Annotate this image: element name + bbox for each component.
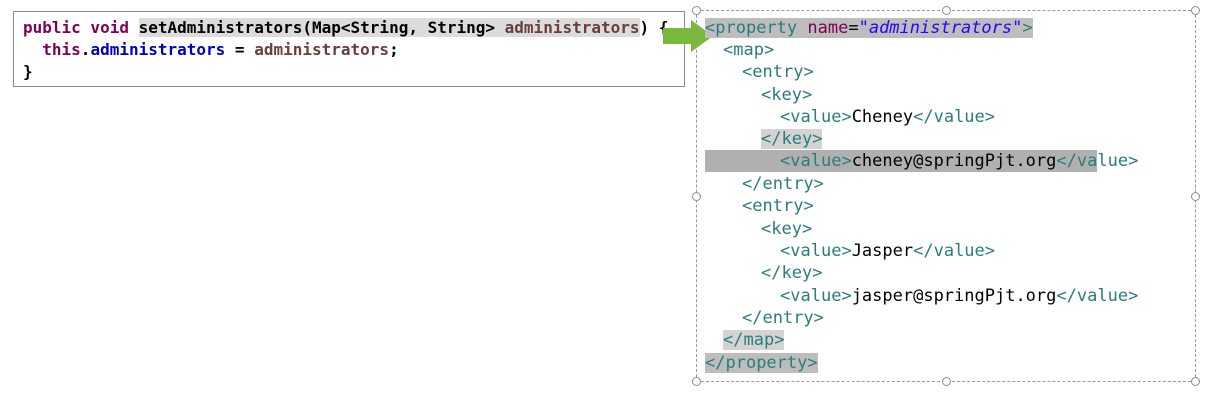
- resize-handle-top-right[interactable]: [1191, 6, 1200, 15]
- xml-key-open: <key>: [761, 219, 813, 239]
- java-line-2: this.administrators = administrators;: [42, 40, 399, 59]
- xml-map-open: <map>: [723, 40, 775, 60]
- resize-handle-left[interactable]: [692, 192, 701, 201]
- xml-value-text: jasper@springPjt.org: [851, 286, 1057, 306]
- java-code-panel: public void setAdministrators(Map<String…: [13, 11, 685, 87]
- xml-value: <value>jasper@springPjt.org</value>: [780, 286, 1139, 306]
- xml-attr-name: name: [807, 18, 849, 38]
- xml-property-close: </property>: [705, 353, 818, 373]
- java-modifiers: public void: [23, 18, 139, 37]
- xml-value: <value>cheney@springPjt.org</value>: [780, 151, 1139, 171]
- java-line-3: }: [23, 61, 33, 83]
- xml-key-close: </key>: [761, 129, 823, 149]
- xml-value-text: cheney@springPjt.org: [851, 151, 1057, 171]
- resize-handle-top-left[interactable]: [692, 6, 701, 15]
- java-line-1: public void setAdministrators(Map<String…: [23, 17, 668, 39]
- java-this-keyword: this: [42, 40, 81, 59]
- java-method-name: setAdministrators: [138, 18, 303, 37]
- resize-handle-bottom[interactable]: [942, 377, 951, 386]
- xml-key-text: Cheney: [851, 107, 914, 127]
- java-param-type: Map<String, String>: [312, 18, 505, 37]
- xml-key-value: <value>Jasper</value>: [780, 241, 996, 261]
- xml-attr-value: "administrators": [858, 18, 1023, 38]
- xml-entry-open: <entry>: [742, 196, 814, 216]
- java-open-paren: (: [302, 18, 312, 37]
- resize-handle-right[interactable]: [1191, 192, 1200, 201]
- xml-entry-close: </entry>: [742, 174, 824, 194]
- xml-key-close: </key>: [761, 263, 823, 283]
- java-closing-brace: }: [23, 62, 33, 81]
- xml-key-text: Jasper: [851, 241, 914, 261]
- resize-handle-bottom-right[interactable]: [1191, 377, 1200, 386]
- java-param-name: administrators: [504, 18, 640, 37]
- xml-property-open: <property name="administrators">: [705, 18, 1033, 38]
- java-field: administrators: [90, 40, 226, 59]
- xml-key-open: <key>: [761, 85, 813, 105]
- xml-key-value: <value>Cheney</value>: [780, 107, 996, 127]
- resize-handle-bottom-left[interactable]: [692, 377, 701, 386]
- xml-map-close: </map>: [723, 330, 785, 350]
- java-assigned-value: administrators: [254, 40, 390, 59]
- resize-handle-top[interactable]: [942, 6, 951, 15]
- xml-entry-open: <entry>: [742, 62, 814, 82]
- xml-entry-close: </entry>: [742, 308, 824, 328]
